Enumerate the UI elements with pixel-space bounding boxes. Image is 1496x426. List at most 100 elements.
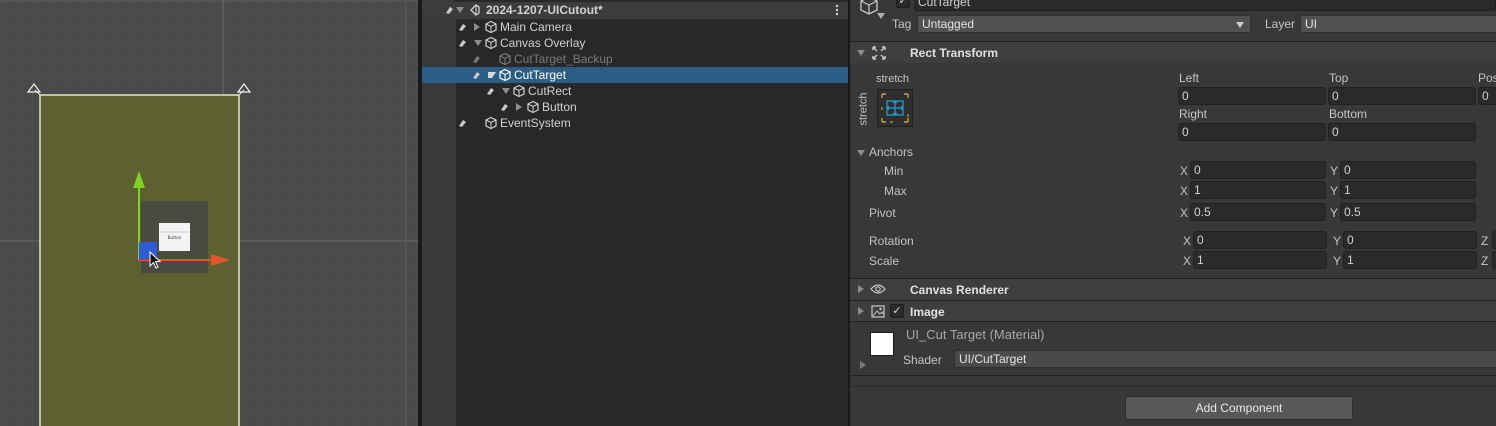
scale-x-label[interactable]: X (1183, 254, 1191, 268)
tag-dropdown[interactable]: Untagged (917, 15, 1251, 33)
pick-toggle-icon[interactable] (500, 103, 509, 111)
top-field[interactable]: 0 (1328, 87, 1476, 105)
rect-transform-icon (872, 46, 886, 60)
pivot-y-field[interactable]: 0.5 (1340, 203, 1476, 221)
scale-x-field[interactable]: 1 (1193, 251, 1327, 269)
gameobject-cube-icon (485, 36, 497, 50)
pos-z-field[interactable]: 0 (1478, 87, 1496, 105)
pick-toggle-icon[interactable] (472, 71, 481, 79)
gameobject-cube-icon (499, 68, 511, 82)
chevron-right-icon[interactable] (858, 307, 864, 315)
anchor-presets-button[interactable] (877, 89, 913, 127)
hierarchy-item-label: CutTarget (514, 68, 567, 82)
right-field[interactable]: 0 (1178, 123, 1326, 141)
chevron-down-icon[interactable] (488, 72, 496, 78)
pick-toggle-icon[interactable] (486, 87, 495, 95)
gameobject-cube-icon (513, 84, 525, 98)
scale-label: Scale (869, 254, 900, 268)
eye-icon (870, 284, 886, 294)
chevron-right-icon[interactable] (474, 23, 480, 31)
active-checkbox[interactable]: ✓ (896, 0, 910, 8)
anchor-max-x-field[interactable]: 1 (1190, 181, 1326, 199)
rotation-z-label[interactable]: Z (1481, 234, 1488, 248)
hierarchy-item[interactable]: CutTarget (422, 67, 848, 83)
canvas-renderer-title: Canvas Renderer (910, 283, 1009, 297)
hierarchy-item[interactable]: Canvas Overlay (422, 35, 848, 51)
pick-toggle-icon[interactable] (472, 55, 481, 63)
anchor-min-label: Min (884, 164, 904, 178)
scale-z-label[interactable]: Z (1481, 254, 1488, 268)
hierarchy-scene-row[interactable]: 2024-1207-UICutout* (422, 2, 848, 19)
shader-dropdown[interactable]: UI/CutTarget (954, 350, 1496, 368)
material-preview-swatch[interactable] (870, 332, 894, 356)
anchor-max-y-label[interactable]: Y (1330, 184, 1338, 198)
add-component-button[interactable]: Add Component (1125, 396, 1353, 420)
scene-canvas[interactable]: Button (0, 0, 418, 426)
hierarchy-item-label: Main Camera (500, 20, 573, 34)
scale-y-field[interactable]: 1 (1343, 251, 1477, 269)
chevron-down-icon[interactable] (456, 7, 464, 13)
pick-toggle-icon[interactable] (458, 119, 467, 127)
rect-transform-header[interactable]: Rect Transform (850, 41, 1496, 63)
anchors-label[interactable]: Anchors (869, 145, 913, 159)
anchor-min-y-label[interactable]: Y (1330, 164, 1338, 178)
rect-transform-title: Rect Transform (910, 46, 999, 60)
chevron-right-icon[interactable] (516, 103, 522, 111)
bottom-field[interactable]: 0 (1328, 123, 1476, 141)
inspector-panel: ✓ CutTarget Tag Untagged Layer UI Rect T… (850, 0, 1496, 426)
pivot-x-field[interactable]: 0.5 (1190, 203, 1326, 221)
pick-toggle-icon[interactable] (458, 23, 467, 31)
hierarchy-item[interactable]: Button (422, 99, 848, 115)
anchor-max-y-field[interactable]: 1 (1340, 181, 1476, 199)
rotation-y-label[interactable]: Y (1333, 234, 1341, 248)
shader-label: Shader (903, 353, 942, 367)
scene-name: 2024-1207-UICutout* (486, 3, 603, 17)
anchor-max-label: Max (884, 184, 907, 198)
hierarchy-item-label: Button (542, 100, 577, 114)
material-foldout-icon[interactable] (860, 361, 866, 369)
left-field[interactable]: 0 (1178, 87, 1326, 105)
scale-z-field[interactable] (1492, 251, 1496, 269)
rotation-z-field[interactable] (1492, 231, 1496, 249)
image-component-header[interactable]: ✓ Image (850, 300, 1496, 322)
chevron-down-icon (1236, 22, 1244, 28)
pick-toggle-icon[interactable] (458, 39, 467, 47)
scale-y-label[interactable]: Y (1333, 254, 1341, 268)
layer-dropdown[interactable]: UI (1300, 15, 1496, 33)
anchor-min-y-field[interactable]: 0 (1340, 161, 1476, 179)
chevron-down-icon[interactable] (474, 40, 482, 46)
chevron-down-icon[interactable] (502, 88, 510, 94)
button-preview-label: Button (168, 235, 182, 240)
object-name-field[interactable]: CutTarget (914, 0, 1496, 11)
hierarchy-item[interactable]: CutTarget_Backup (422, 51, 848, 67)
chevron-right-icon[interactable] (858, 285, 864, 293)
chevron-down-icon[interactable] (857, 50, 865, 56)
material-name: UI_Cut Target (Material) (906, 327, 1045, 342)
rotation-x-label[interactable]: X (1183, 234, 1191, 248)
image-enabled-checkbox[interactable]: ✓ (890, 304, 904, 318)
scene-view[interactable]: Button (0, 0, 418, 426)
canvas-renderer-header[interactable]: Canvas Renderer (850, 278, 1496, 300)
left-label: Left (1179, 71, 1200, 85)
scene-visibility-icon[interactable] (445, 6, 454, 14)
pivot-y-label[interactable]: Y (1330, 206, 1338, 220)
hierarchy-item[interactable]: EventSystem (422, 115, 848, 131)
rotation-x-field[interactable]: 0 (1193, 231, 1327, 249)
anchor-min-x-field[interactable]: 0 (1190, 161, 1326, 179)
anchor-min-x-label[interactable]: X (1180, 164, 1188, 178)
pivot-x-label[interactable]: X (1180, 206, 1188, 220)
right-label: Right (1179, 107, 1208, 121)
hierarchy-item[interactable]: Main Camera (422, 19, 848, 35)
anchors-foldout-icon[interactable] (857, 150, 865, 156)
anchor-max-x-label[interactable]: X (1180, 184, 1188, 198)
more-options-icon[interactable] (834, 3, 840, 17)
pos-z-label: Pos (1478, 71, 1496, 85)
layer-value: UI (1305, 17, 1317, 31)
unity-scene-icon (470, 4, 480, 16)
button-preview[interactable]: Button (159, 223, 190, 251)
rotation-y-field[interactable]: 0 (1343, 231, 1477, 249)
pivot-label: Pivot (869, 206, 896, 220)
hierarchy-item[interactable]: CutRect (422, 83, 848, 99)
icon-dropdown-icon[interactable] (877, 13, 885, 19)
anchor-preset-top-label: stretch (876, 73, 910, 85)
